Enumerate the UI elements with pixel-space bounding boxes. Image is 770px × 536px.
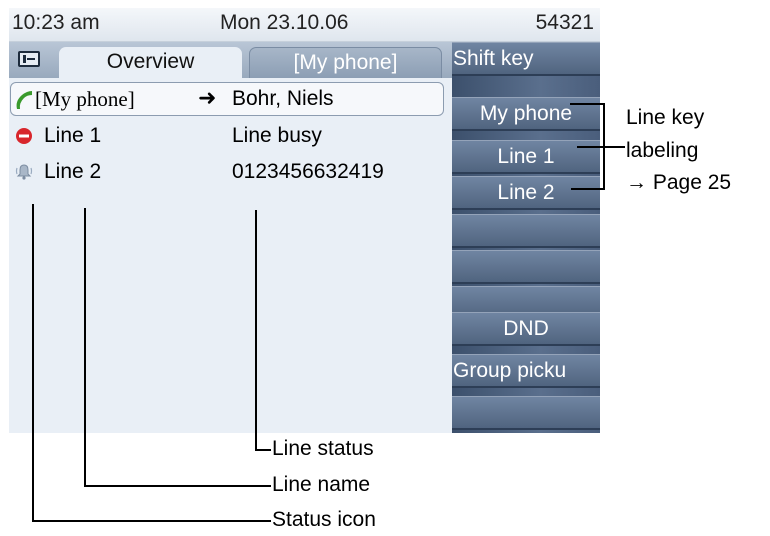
annotation-line-key-labeling: Line key <box>626 106 705 129</box>
tab-bar: Overview [My phone] <box>9 42 452 78</box>
line-row-line-2[interactable]: Line 2 0123456632419 <box>9 154 452 190</box>
ringing-bell-icon <box>15 164 33 180</box>
line-row-my-phone[interactable]: [My phone] ➜ Bohr, Niels <box>9 82 452 118</box>
line-status: Line busy <box>232 124 322 147</box>
leader-line <box>32 204 34 522</box>
clock: 10:23 am <box>12 11 100 34</box>
leader-line <box>32 520 271 522</box>
line-name: [My phone] <box>35 87 135 111</box>
tab-my-phone[interactable]: [My phone] <box>249 47 442 78</box>
line-name: Line 2 <box>44 160 102 183</box>
leader-line <box>84 485 271 487</box>
list-menu-icon[interactable] <box>18 51 40 67</box>
annotation-status-icon: Status icon <box>272 508 376 531</box>
key-shift[interactable]: Shift key <box>452 42 600 76</box>
line-status: 0123456632419 <box>232 160 384 183</box>
line-list: [My phone] ➜ Bohr, Niels Line 1 Line bus… <box>9 78 452 433</box>
date: Mon 23.10.06 <box>220 11 349 34</box>
leader-line <box>571 188 605 190</box>
key-empty-1[interactable] <box>452 214 600 248</box>
status-bar: 10:23 am Mon 23.10.06 54321 <box>9 8 600 42</box>
handset-icon <box>16 91 32 109</box>
key-line-2[interactable]: Line 2 <box>452 176 600 210</box>
leader-line <box>84 208 86 487</box>
line-row-line-1[interactable]: Line 1 Line busy <box>9 118 452 154</box>
extension-number: 54321 <box>535 11 594 34</box>
annotation-line-name: Line name <box>272 473 371 496</box>
line-name: Line 1 <box>44 124 102 147</box>
annotation-line-key-labeling: labeling <box>626 139 699 162</box>
key-dnd[interactable]: DND <box>452 312 600 346</box>
line-key-panel: Shift key My phone Line 1 Line 2 DND Gro… <box>452 42 600 433</box>
leader-line <box>577 146 625 148</box>
tab-overview[interactable]: Overview <box>59 47 242 78</box>
line-status: Bohr, Niels <box>232 87 334 110</box>
key-empty-4[interactable] <box>452 396 600 430</box>
annotation-line-status: Line status <box>272 437 374 460</box>
key-empty-2[interactable] <box>452 250 600 284</box>
leader-line <box>570 103 605 105</box>
busy-icon <box>16 128 32 144</box>
leader-line <box>255 449 271 451</box>
arrow-right-icon: ➜ <box>198 85 217 110</box>
key-group-pickup[interactable]: Group picku <box>452 354 600 388</box>
annotation-line-key-labeling: → Page 25 <box>626 171 732 194</box>
leader-line <box>255 210 257 451</box>
phone-display: 10:23 am Mon 23.10.06 54321 Overview [My… <box>9 8 600 433</box>
